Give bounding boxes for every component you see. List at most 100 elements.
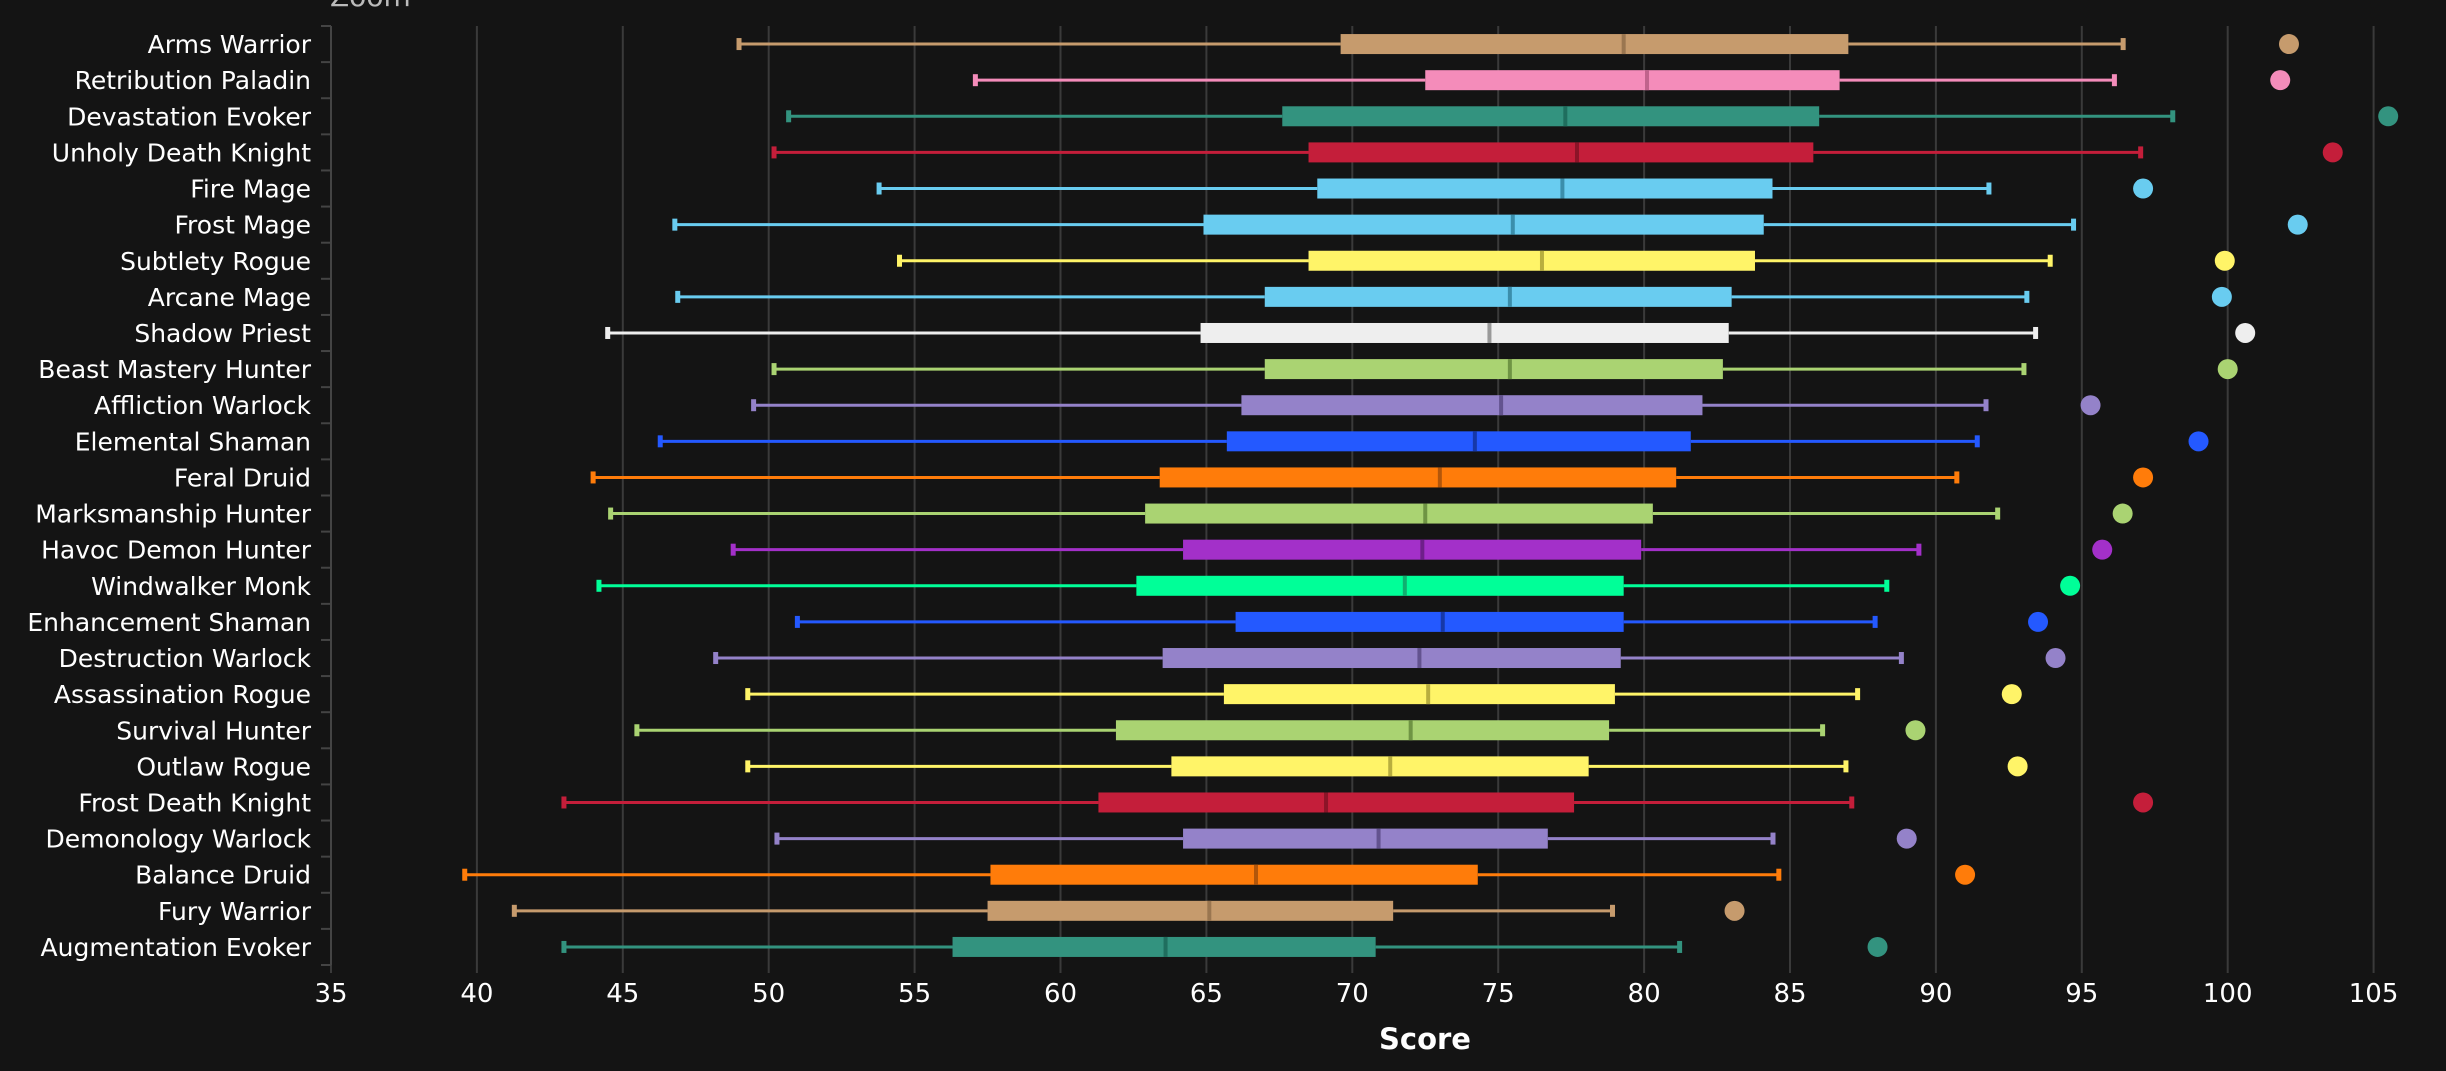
whisker-cap-max — [1855, 688, 1861, 701]
whisker-cap-min — [876, 182, 882, 195]
box-marksmanship-hunter — [608, 503, 2133, 524]
outlier-point — [2278, 34, 2299, 55]
box-demonology-warlock — [774, 828, 1917, 849]
outlier-point — [2028, 611, 2049, 632]
iqr-box — [1183, 539, 1642, 560]
x-tick-label: 55 — [898, 979, 931, 1009]
median-line — [1560, 178, 1565, 199]
median-line — [1324, 792, 1329, 813]
whisker-cap-min — [972, 74, 978, 87]
median-line — [1507, 359, 1512, 380]
outlier-point — [2235, 322, 2256, 343]
iqr-box — [1145, 503, 1653, 524]
median-line — [1426, 684, 1431, 705]
whisker-cap-max — [1872, 615, 1878, 628]
whisker-cap-min — [596, 579, 602, 592]
median-line — [1440, 611, 1445, 632]
x-tick-labels: 35 40 45 50 55 60 65 70 75 80 85 90 95 100 105 — [314, 979, 2398, 1009]
whisker-cap-max — [1849, 796, 1855, 809]
whisker-cap-max — [1843, 760, 1849, 773]
median-line — [1163, 936, 1168, 957]
category-label: Shadow Priest — [134, 319, 311, 348]
whisker-cap-min — [736, 38, 742, 51]
box-series — [462, 34, 2399, 957]
whisker-cap-max — [1898, 652, 1904, 665]
outlier-point — [2133, 178, 2154, 199]
median-line — [1388, 756, 1393, 777]
whisker-cap-max — [2111, 74, 2117, 87]
whisker-cap-max — [2071, 218, 2077, 231]
iqr-box — [1340, 34, 1849, 55]
box-affliction-warlock — [751, 395, 2101, 416]
iqr-box — [987, 900, 1394, 921]
whisker-cap-max — [1776, 868, 1782, 881]
category-label: Destruction Warlock — [59, 644, 312, 673]
whisker-cap-min — [751, 399, 757, 412]
outlier-point — [2045, 648, 2066, 669]
boxplot-chart: Zoom 35 40 45 50 55 60 65 70 75 80 85 90 95 100 105 Ar… — [27, 0, 2399, 1056]
category-label: Balance Druid — [135, 861, 311, 890]
category-label: Frost Mage — [175, 211, 312, 240]
category-label: Demonology Warlock — [46, 825, 312, 854]
x-axis-title: Score — [1379, 1022, 1471, 1056]
box-survival-hunter — [634, 720, 1926, 741]
median-line — [1510, 214, 1515, 235]
box-retribution-paladin — [972, 70, 2291, 91]
box-havoc-demon-hunter — [730, 539, 2113, 560]
median-line — [1207, 900, 1212, 921]
outlier-point — [2270, 70, 2291, 91]
iqr-box — [1115, 720, 1610, 741]
box-assassination-rogue — [745, 684, 2022, 705]
whisker-cap-min — [675, 290, 681, 303]
category-label: Outlaw Rogue — [136, 752, 311, 781]
iqr-box — [1136, 575, 1624, 596]
category-label: Havoc Demon Hunter — [41, 536, 312, 565]
median-line — [1507, 286, 1512, 307]
whisker-cap-max — [1884, 579, 1890, 592]
whisker-cap-max — [1677, 940, 1683, 953]
x-tick-label: 80 — [1628, 979, 1661, 1009]
iqr-box — [1425, 70, 1840, 91]
median-line — [1417, 648, 1422, 669]
iqr-box — [1098, 792, 1575, 813]
outlier-point — [1896, 828, 1917, 849]
category-label: Fire Mage — [190, 175, 311, 204]
box-balance-druid — [462, 864, 1976, 885]
whisker-cap-min — [713, 652, 719, 665]
box-augmentation-evoker — [561, 936, 1888, 957]
outlier-point — [2112, 503, 2133, 524]
iqr-box — [1171, 756, 1589, 777]
box-windwalker-monk — [596, 575, 2081, 596]
outlier-point — [2214, 250, 2235, 271]
x-tick-label: 65 — [1190, 979, 1223, 1009]
median-line — [1402, 575, 1407, 596]
whisker-cap-max — [2120, 38, 2126, 51]
whisker-cap-max — [1916, 543, 1922, 556]
box-frost-mage — [672, 214, 2308, 235]
x-tick-label: 105 — [2349, 979, 2399, 1009]
x-tick-label: 95 — [2065, 979, 2098, 1009]
category-label: Elemental Shaman — [75, 427, 311, 456]
whisker-cap-max — [1995, 507, 2001, 520]
box-shadow-priest — [605, 322, 2256, 343]
whisker-cap-max — [2170, 110, 2176, 123]
median-line — [1254, 864, 1259, 885]
whisker-cap-max — [1820, 724, 1826, 737]
gridlines — [475, 26, 2375, 965]
whisker-cap-min — [561, 940, 567, 953]
x-tick-label: 40 — [460, 979, 493, 1009]
category-labels: Arms Warrior Retribution Paladin Devastati… — [27, 30, 311, 962]
outlier-point — [2001, 684, 2022, 705]
outlier-point — [2007, 756, 2028, 777]
whisker-cap-max — [1770, 832, 1776, 845]
box-elemental-shaman — [657, 431, 2209, 452]
median-line — [1499, 395, 1504, 416]
whisker-cap-max — [2138, 146, 2144, 159]
median-line — [1408, 720, 1413, 741]
whisker-cap-max — [1954, 471, 1960, 484]
iqr-box — [1282, 106, 1820, 127]
iqr-box — [1308, 142, 1814, 163]
whisker-cap-min — [657, 435, 663, 448]
median-line — [1423, 503, 1428, 524]
category-label: Survival Hunter — [116, 716, 311, 745]
